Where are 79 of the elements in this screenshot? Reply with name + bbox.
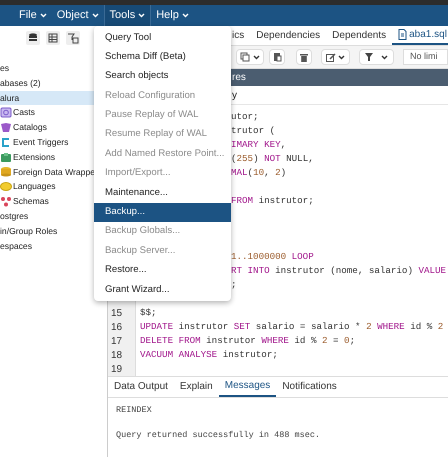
filter-icon xyxy=(365,53,373,62)
menu-option[interactable]: Search objects xyxy=(94,66,231,86)
tree-label: Schemas xyxy=(13,195,49,208)
menu-item[interactable]: Tools xyxy=(104,5,152,26)
code-line: RT INTO instrutor (nome, salario) VALUE xyxy=(231,264,446,278)
code-line: UPDATE instrutor SET salario = salario * 2 WHERE id % 2 xyxy=(140,320,444,334)
code-line: 1..1000000 LOOP xyxy=(231,250,314,264)
copy-button[interactable] xyxy=(236,49,264,66)
tree-label: ostgres xyxy=(0,210,28,223)
line-number: 17 xyxy=(111,334,122,348)
chevron-icon xyxy=(138,13,146,18)
line-number: 19 xyxy=(111,362,122,376)
tree-label: Catalogs xyxy=(13,121,47,134)
chevron-icon xyxy=(182,13,189,18)
table-icon[interactable] xyxy=(46,30,60,44)
connection-label: res xyxy=(232,71,246,86)
database-icon xyxy=(0,166,12,178)
code-line: (255) NOT NULL, xyxy=(231,152,314,166)
line-number: 18 xyxy=(111,348,122,362)
code-line: IMARY KEY, xyxy=(231,138,286,152)
tree-label: alura xyxy=(0,92,20,104)
code-line: ; xyxy=(231,278,237,292)
line-number: 15 xyxy=(111,306,122,320)
line-number: 16 xyxy=(111,320,122,334)
tree-label: Languages xyxy=(13,180,56,194)
cast-icon xyxy=(0,107,12,118)
tree-label: es xyxy=(0,62,10,75)
file-icon xyxy=(398,28,408,40)
tab[interactable]: Dependents xyxy=(326,26,392,45)
menu-item[interactable]: Object xyxy=(52,5,104,26)
language-icon xyxy=(0,181,12,192)
code-line: DELETE FROM instrutor WHERE id % 2 = 0; xyxy=(140,334,356,348)
tree-label: Extensions xyxy=(13,150,56,164)
chevron-icon xyxy=(40,13,47,18)
menu-item[interactable]: File xyxy=(14,5,52,26)
catalog-icon xyxy=(0,122,12,134)
delete-button[interactable] xyxy=(296,49,312,66)
result-tab[interactable]: Messages xyxy=(218,377,276,397)
result-tab[interactable]: Data Output xyxy=(108,377,174,397)
code-line: trutor ( xyxy=(231,124,276,138)
trash-icon xyxy=(300,52,308,62)
edit-icon xyxy=(326,52,336,62)
menu-option[interactable]: Grant Wizard... xyxy=(94,280,231,300)
paste-icon xyxy=(272,52,282,62)
chevron-icon xyxy=(92,13,99,18)
code-line: FROM instrutor; xyxy=(231,194,314,208)
menu-option[interactable]: Maintenance... xyxy=(94,183,231,203)
message-line: REINDEX xyxy=(116,404,153,416)
tab[interactable]: Dependencies xyxy=(250,26,326,45)
tree-label: abases (2) xyxy=(0,76,41,90)
tree-label: Foreign Data Wrappe xyxy=(13,166,96,178)
menu-option[interactable]: Backup... xyxy=(94,202,231,222)
tree-label: espaces xyxy=(0,240,32,252)
filter-button[interactable] xyxy=(359,49,394,66)
message-line: Query returned successfully in 488 msec. xyxy=(116,429,322,442)
menu-option[interactable]: Restore... xyxy=(94,260,231,280)
edit-button[interactable] xyxy=(321,49,350,66)
copy-icon xyxy=(240,52,250,62)
chevron-icon xyxy=(381,54,388,60)
code-line: VACUUM ANALYSE instrutor; xyxy=(140,348,278,362)
tree-label: in/Group Roles xyxy=(0,224,58,238)
menu-item[interactable]: Help xyxy=(151,5,194,26)
chevron-icon xyxy=(338,54,345,60)
database-icon[interactable] xyxy=(26,30,40,44)
limit-dropdown[interactable]: No limi xyxy=(403,49,448,66)
menu-option[interactable]: Schema Diff (Beta) xyxy=(94,47,231,67)
extension-icon xyxy=(0,152,12,163)
tree-label: Event Triggers xyxy=(13,136,68,149)
result-tab[interactable]: Notifications xyxy=(276,377,343,397)
chevron-icon xyxy=(253,54,260,60)
code-line: $$; xyxy=(140,306,157,320)
code-line: MAL(10, 2) xyxy=(231,166,286,180)
schema-icon xyxy=(0,196,12,208)
tree-label: Casts xyxy=(13,106,35,120)
filter-table-icon[interactable] xyxy=(66,30,80,44)
trigger-icon xyxy=(0,136,12,148)
paste-button[interactable] xyxy=(269,49,285,66)
result-tab[interactable]: Explain xyxy=(174,377,219,397)
code-line: utor; xyxy=(231,110,259,124)
